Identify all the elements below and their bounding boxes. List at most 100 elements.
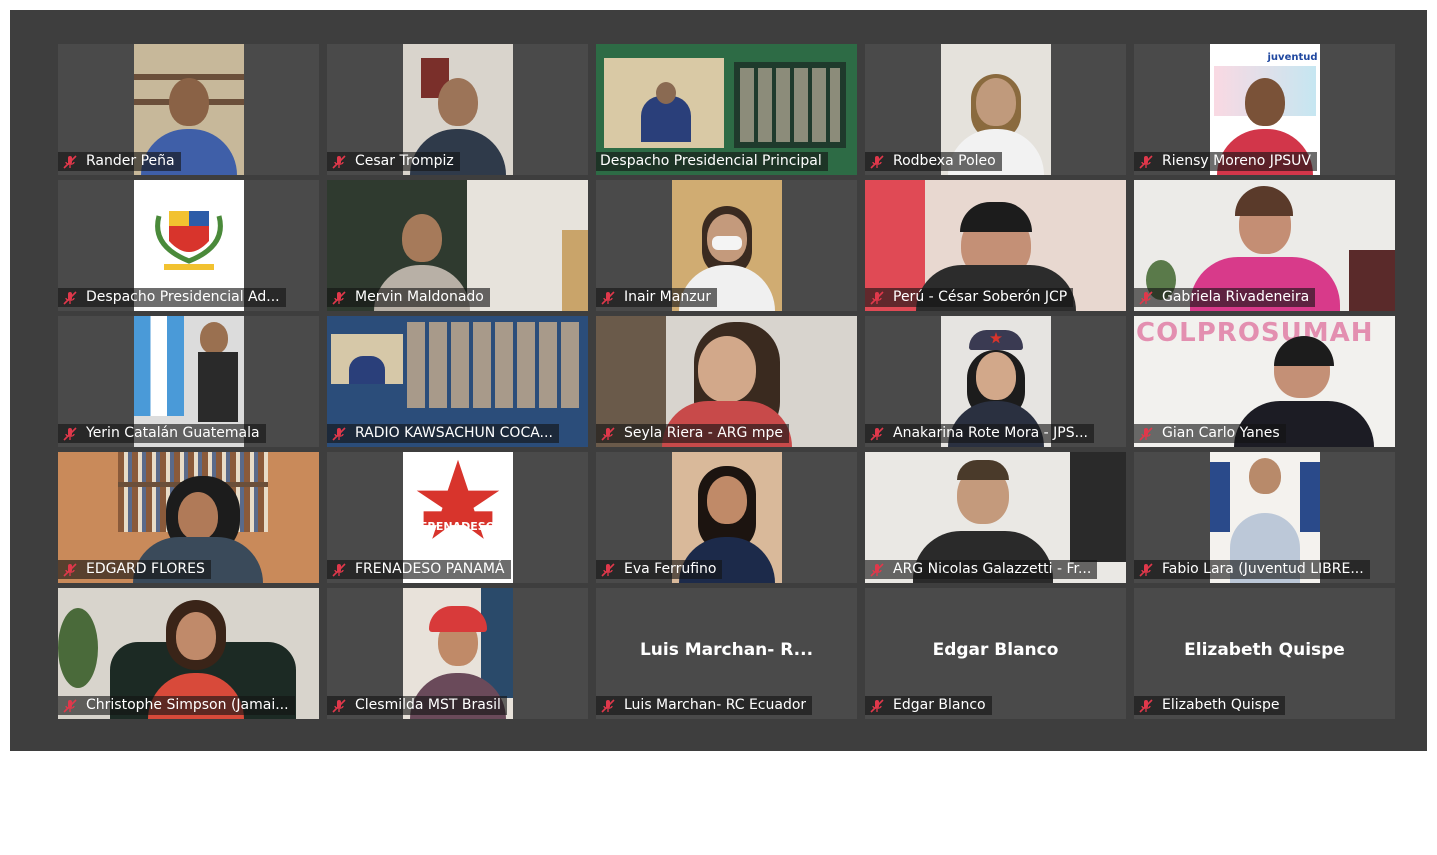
participant-tile[interactable]: Christophe Simpson (Jamai... <box>58 588 319 719</box>
participant-name-label: Inair Manzur <box>596 288 718 307</box>
mic-muted-icon <box>870 698 884 713</box>
mic-muted-icon <box>1139 290 1153 305</box>
participant-name-label: Christophe Simpson (Jamai... <box>58 696 295 715</box>
participant-name-label: FRENADESO PANAMÁ <box>327 560 511 579</box>
participant-name-label: Edgar Blanco <box>865 696 992 715</box>
mic-muted-icon <box>63 698 77 713</box>
participant-name: FRENADESO PANAMÁ <box>355 561 505 577</box>
mic-muted-icon <box>1139 562 1153 577</box>
mic-muted-icon <box>63 426 77 441</box>
participant-name-label: Yerin Catalán Guatemala <box>58 424 266 443</box>
participant-name: Mervin Maldonado <box>355 289 484 305</box>
participant-name-label: Mervin Maldonado <box>327 288 490 307</box>
participant-name-label: Seyla Riera - ARG mpe <box>596 424 789 443</box>
guatemala-flag <box>133 316 184 416</box>
participant-name: Inair Manzur <box>624 289 712 305</box>
mic-muted-icon <box>601 290 615 305</box>
participant-name: Anakarina Rote Mora - JPS... <box>893 425 1088 441</box>
participant-tile[interactable]: ARG Nicolas Galazzetti - Fr... <box>865 452 1126 583</box>
participant-name: Christophe Simpson (Jamai... <box>86 697 289 713</box>
participant-name-label: EDGARD FLORES <box>58 560 211 579</box>
participant-name-label: Despacho Presidencial Principal <box>596 152 828 171</box>
participant-name-label: Rander Peña <box>58 152 181 171</box>
participant-name-label: Gian Carlo Yanes <box>1134 424 1286 443</box>
participant-tile[interactable]: Eva Ferrufino <box>596 452 857 583</box>
mic-muted-icon <box>1139 154 1153 169</box>
participant-tile[interactable]: Fabio Lara (Juventud LIBRE... <box>1134 452 1395 583</box>
participant-tile[interactable]: EDGARD FLORES <box>58 452 319 583</box>
participant-tile[interactable]: Mervin Maldonado <box>327 180 588 311</box>
mic-muted-icon <box>63 290 77 305</box>
participant-display-name: Edgar Blanco <box>932 640 1059 660</box>
participant-tile[interactable]: Cesar Trompiz <box>327 44 588 175</box>
participant-tile-no-video[interactable]: Edgar Blanco Edgar Blanco <box>865 588 1126 719</box>
mic-muted-icon <box>63 562 77 577</box>
frenadeso-logo-text: FRENADESO <box>419 520 496 533</box>
participant-tile[interactable]: COLPROSUMAH Gian Carlo Yanes <box>1134 316 1395 447</box>
participant-tile[interactable]: Rander Peña <box>58 44 319 175</box>
participant-tile[interactable]: Perú - César Soberón JCP <box>865 180 1126 311</box>
participant-name: Cesar Trompiz <box>355 153 454 169</box>
participant-tile[interactable]: Rodbexa Poleo <box>865 44 1126 175</box>
participant-tile[interactable]: Yerin Catalán Guatemala <box>58 316 319 447</box>
participant-name-label: Anakarina Rote Mora - JPS... <box>865 424 1094 443</box>
participant-name-label: Gabriela Rivadeneira <box>1134 288 1316 307</box>
participant-tile[interactable]: RADIO KAWSACHUN COCA... <box>327 316 588 447</box>
participant-display-name: Elizabeth Quispe <box>1184 640 1345 660</box>
star-icon <box>989 332 1002 344</box>
participant-name-label: Despacho Presidencial Ad... <box>58 288 286 307</box>
participant-name-label: Riensy Moreno JPSUV <box>1134 152 1318 171</box>
mic-muted-icon <box>601 426 615 441</box>
mic-muted-icon <box>1139 426 1153 441</box>
participant-name: ARG Nicolas Galazzetti - Fr... <box>893 561 1092 577</box>
participant-tile[interactable]: Clesmilda MST Brasil <box>327 588 588 719</box>
mic-muted-icon <box>870 154 884 169</box>
participant-tile[interactable]: Despacho Presidencial Ad... <box>58 180 319 311</box>
participant-name-label: RADIO KAWSACHUN COCA... <box>327 424 559 443</box>
participant-name-label: Rodbexa Poleo <box>865 152 1002 171</box>
participant-name: Fabio Lara (Juventud LIBRE... <box>1162 561 1364 577</box>
participant-name: RADIO KAWSACHUN COCA... <box>355 425 553 441</box>
video-conference-window: Rander Peña Cesar Trompiz Despacho Presi… <box>10 10 1427 751</box>
participant-name: Rander Peña <box>86 153 175 169</box>
coat-of-arms-icon <box>154 211 223 270</box>
participant-name-label: Fabio Lara (Juventud LIBRE... <box>1134 560 1370 579</box>
participant-name: Eva Ferrufino <box>624 561 717 577</box>
participant-name: Elizabeth Quispe <box>1162 697 1280 713</box>
mic-muted-icon <box>332 698 346 713</box>
participant-tile-no-video[interactable]: Elizabeth Quispe Elizabeth Quispe <box>1134 588 1395 719</box>
mic-muted-icon <box>332 426 346 441</box>
mic-muted-icon <box>1139 698 1153 713</box>
participant-tile[interactable]: juventud Riensy Moreno JPSUV <box>1134 44 1395 175</box>
participant-tile-no-video[interactable]: Luis Marchan- R... Luis Marchan- RC Ecua… <box>596 588 857 719</box>
participant-name: Seyla Riera - ARG mpe <box>624 425 783 441</box>
participant-name: Clesmilda MST Brasil <box>355 697 501 713</box>
participant-tile-active-speaker[interactable]: Despacho Presidencial Principal <box>596 44 857 175</box>
mic-muted-icon <box>870 426 884 441</box>
mic-muted-icon <box>332 290 346 305</box>
mic-muted-icon <box>601 698 615 713</box>
participant-name: EDGARD FLORES <box>86 561 205 577</box>
participant-name: Perú - César Soberón JCP <box>893 289 1068 305</box>
juventud-logo: juventud <box>1267 52 1318 63</box>
participant-tile[interactable]: Anakarina Rote Mora - JPS... <box>865 316 1126 447</box>
participant-display-name: Luis Marchan- R... <box>639 640 814 660</box>
participant-tile[interactable]: Seyla Riera - ARG mpe <box>596 316 857 447</box>
participant-name-label: Cesar Trompiz <box>327 152 460 171</box>
participant-name-label: Perú - César Soberón JCP <box>865 288 1074 307</box>
participant-name: Yerin Catalán Guatemala <box>86 425 260 441</box>
participant-name-label: Eva Ferrufino <box>596 560 723 579</box>
participant-name: Luis Marchan- RC Ecuador <box>624 697 807 713</box>
participant-name: Riensy Moreno JPSUV <box>1162 153 1312 169</box>
participant-name-label: Elizabeth Quispe <box>1134 696 1286 715</box>
participant-name-label: Luis Marchan- RC Ecuador <box>596 696 813 715</box>
participant-tile[interactable]: FRENADESO FRENADESO PANAMÁ <box>327 452 588 583</box>
participant-name: Edgar Blanco <box>893 697 986 713</box>
participant-tile[interactable]: Gabriela Rivadeneira <box>1134 180 1395 311</box>
participant-name-label: ARG Nicolas Galazzetti - Fr... <box>865 560 1098 579</box>
mic-muted-icon <box>870 562 884 577</box>
participant-name: Despacho Presidencial Ad... <box>86 289 280 305</box>
participant-tile[interactable]: Inair Manzur <box>596 180 857 311</box>
mic-muted-icon <box>63 154 77 169</box>
mic-muted-icon <box>332 154 346 169</box>
